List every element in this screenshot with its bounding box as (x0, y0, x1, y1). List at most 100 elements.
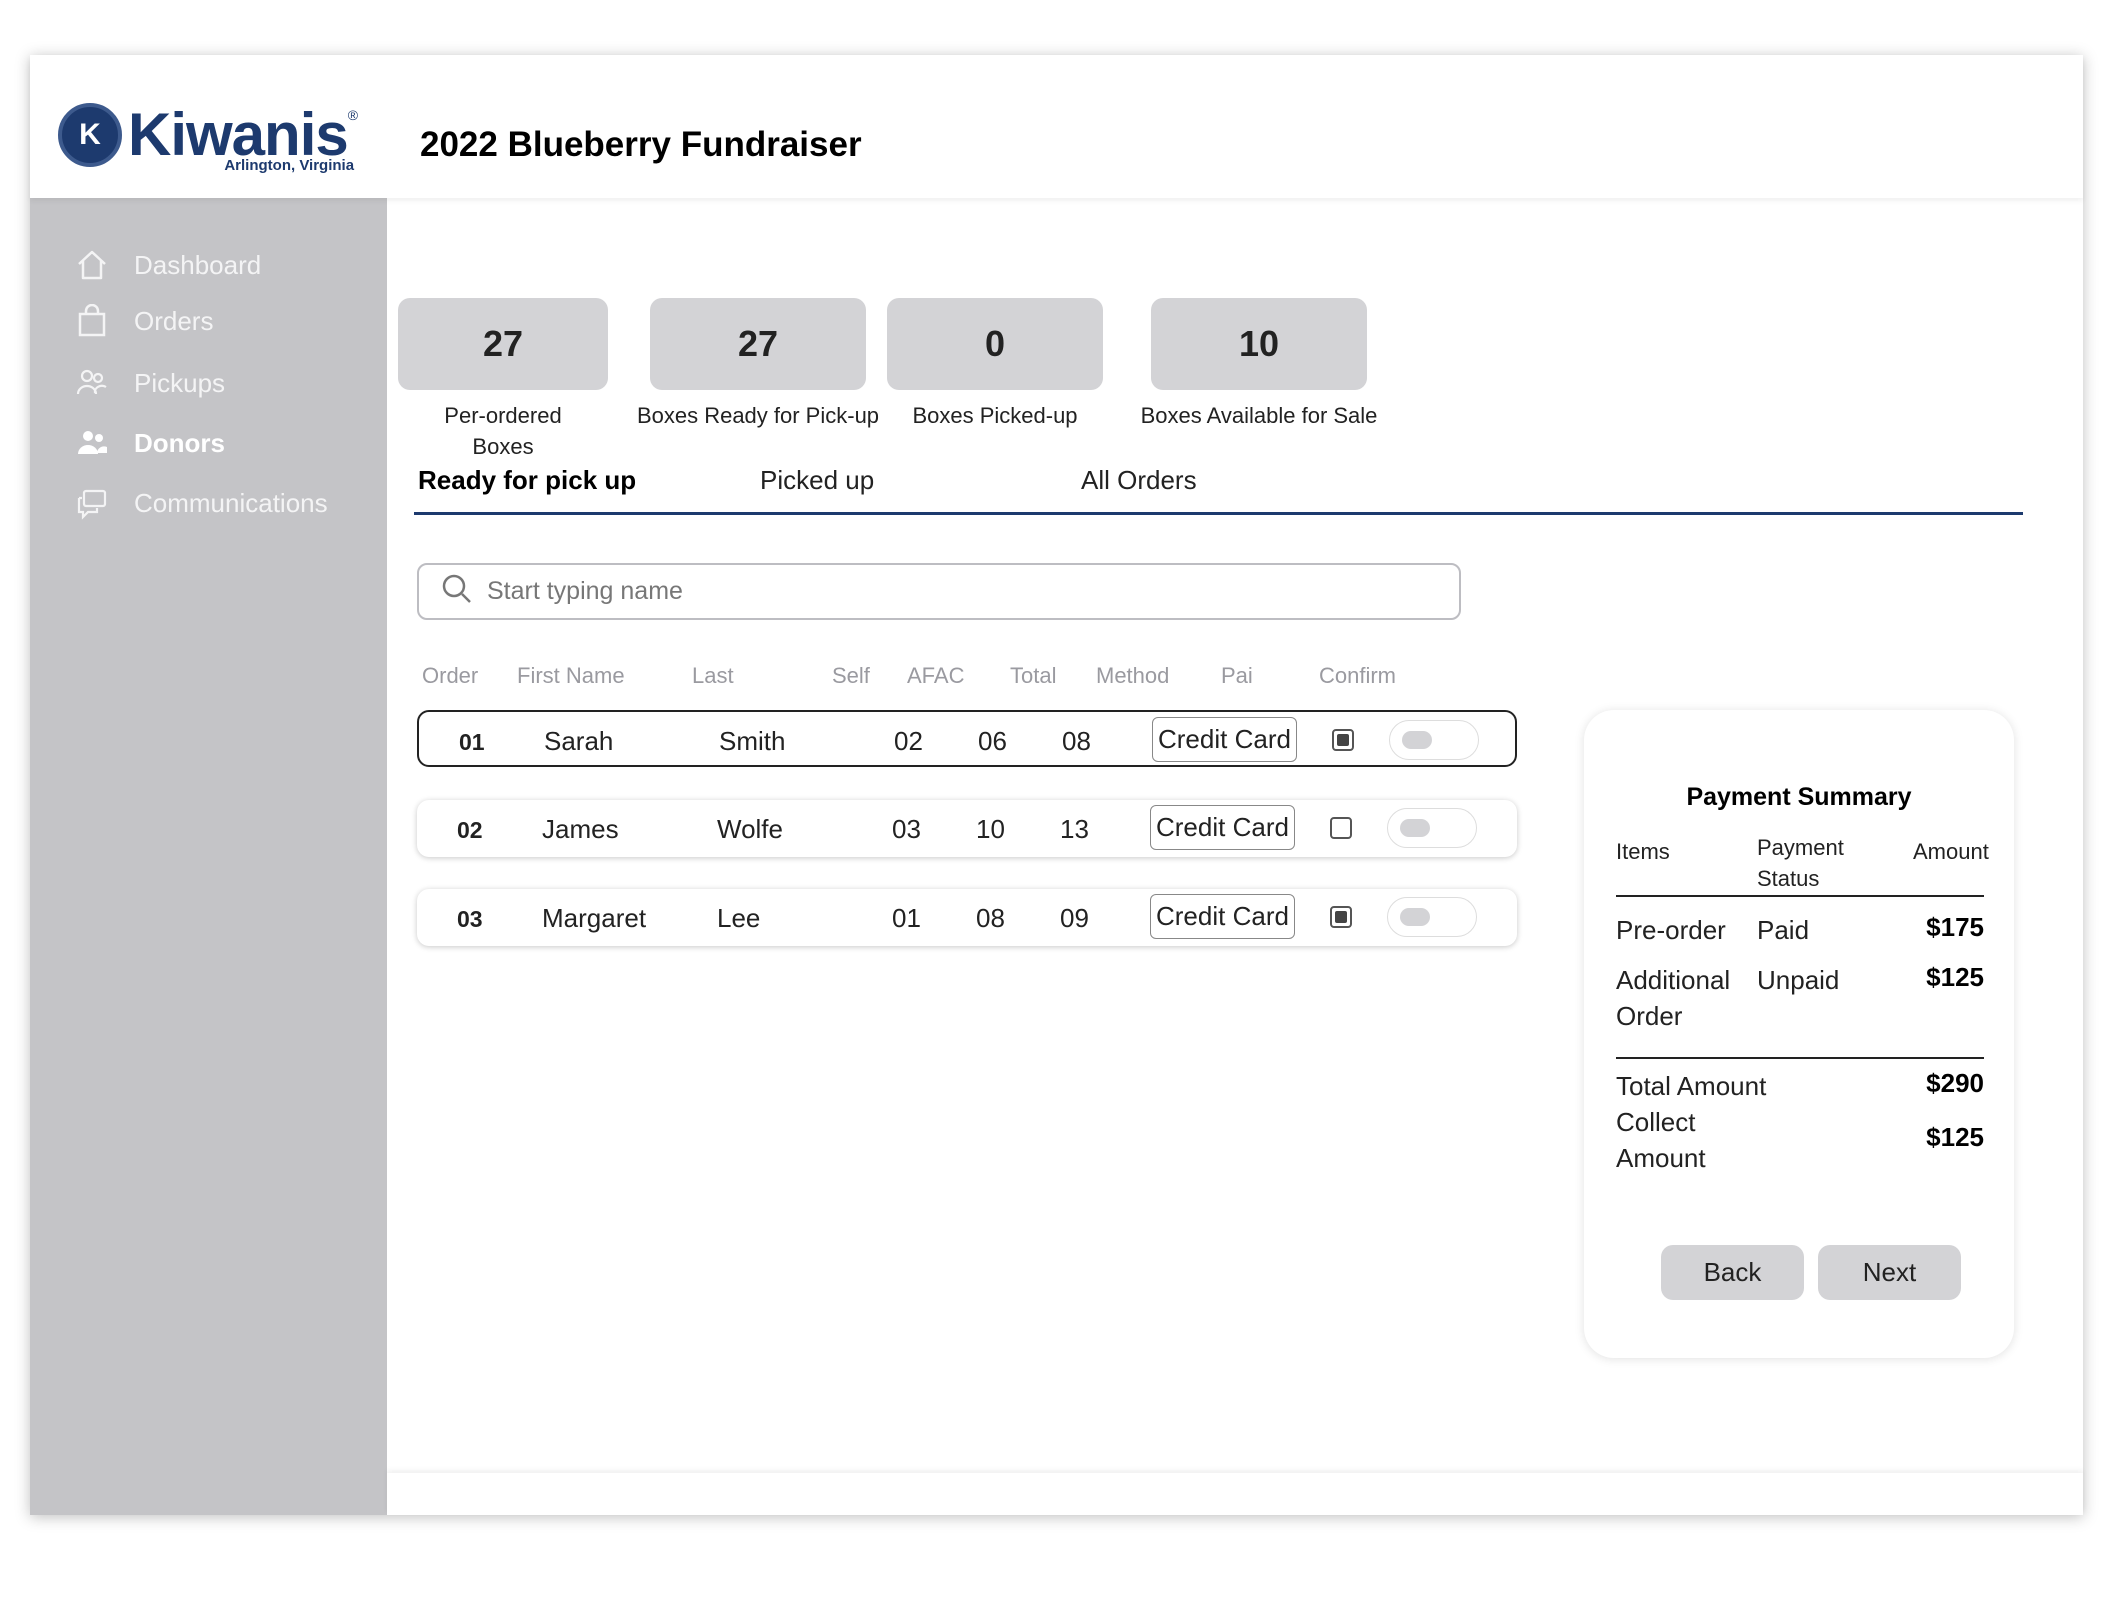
last-name: Smith (719, 726, 786, 756)
sidebar-item-communications[interactable]: Communications (75, 486, 328, 520)
tab-ready-for-pickup[interactable]: Ready for pick up (418, 465, 636, 496)
people-icon (75, 366, 109, 400)
summary-status: Unpaid (1757, 965, 1840, 995)
payment-method-button[interactable]: Credit Card (1150, 805, 1295, 850)
col-order: Order (422, 663, 479, 688)
summary-col-items: Items (1616, 839, 1670, 864)
col-total: Total (1010, 663, 1057, 688)
back-button[interactable]: Back (1661, 1245, 1804, 1300)
confirm-toggle[interactable] (1387, 808, 1477, 848)
paid-checkbox[interactable] (1330, 906, 1352, 928)
collect-amount-label: Collect Amount (1616, 1107, 1706, 1173)
next-button[interactable]: Next (1818, 1245, 1961, 1300)
paid-checkbox[interactable] (1332, 729, 1354, 751)
sidebar-item-dashboard[interactable]: Dashboard (75, 248, 261, 282)
summary-status: Paid (1757, 915, 1810, 945)
summary-amount: $175 (1926, 912, 1984, 942)
stat-value: 10 (1151, 298, 1367, 390)
first-name: Sarah (544, 726, 614, 756)
order-number: 03 (457, 906, 483, 932)
total-count: 13 (1060, 814, 1089, 844)
order-number: 01 (459, 729, 485, 755)
divider (1616, 895, 1984, 897)
sidebar-item-orders[interactable]: Orders (75, 304, 213, 338)
afac-count: 10 (976, 814, 1005, 844)
summary-title: Payment Summary (1686, 783, 1912, 811)
toggle-knob (1400, 819, 1430, 837)
payment-method-button[interactable]: Credit Card (1152, 717, 1297, 762)
page-title: 2022 Blueberry Fundraiser (420, 125, 862, 164)
stat-value: 27 (650, 298, 866, 390)
stat-label: Boxes Ready for Pick-up (636, 403, 880, 428)
col-afac: AFAC (907, 663, 965, 688)
total-amount-label: Total Amount (1616, 1071, 1767, 1101)
stat-value: 27 (398, 298, 608, 390)
summary-amount: $125 (1926, 962, 1984, 992)
search-box[interactable] (417, 563, 1461, 620)
stat-picked-up: 0 Boxes Picked-up (887, 298, 1103, 431)
sidebar-item-label: Pickups (134, 367, 226, 398)
summary-col-amount: Amount (1913, 839, 1989, 864)
col-last: Last (692, 663, 734, 688)
users-icon (75, 426, 109, 460)
stat-ready: 27 Boxes Ready for Pick-up (627, 298, 889, 431)
order-number: 02 (457, 817, 483, 843)
tab-picked-up[interactable]: Picked up (760, 465, 874, 496)
last-name: Lee (717, 903, 761, 933)
col-paid: Pai (1221, 663, 1253, 688)
shopping-bag-icon (75, 304, 109, 338)
last-name: Wolfe (717, 814, 783, 844)
divider (1616, 1057, 1984, 1059)
sidebar-item-label: Dashboard (134, 249, 262, 280)
confirm-toggle[interactable] (1389, 720, 1479, 760)
sidebar-item-label: Communications (134, 487, 328, 518)
self-count: 01 (892, 903, 921, 933)
tab-bar: Ready for pick up Picked up All Orders (414, 465, 2023, 515)
payment-summary-card: Payment Summary Items Payment Status Amou… (1584, 710, 2014, 1358)
summary-col-status: Payment Status (1757, 835, 1844, 891)
stat-preordered: 27 Per-ordered Boxes (393, 298, 613, 462)
home-icon (75, 248, 109, 282)
summary-item: Pre-order (1616, 915, 1726, 945)
col-first-name: First Name (517, 663, 625, 688)
total-count: 08 (1062, 726, 1091, 756)
search-input[interactable] (487, 577, 1387, 606)
top-bar: K Kiwanis® Arlington, Virginia 2022 Blue… (30, 55, 2083, 198)
paid-checkbox[interactable] (1330, 817, 1352, 839)
first-name: James (542, 814, 619, 844)
summary-item: Additional Order (1616, 965, 1731, 1031)
table-header: Order First Name Last Self AFAC Total Me… (417, 663, 1517, 703)
afac-count: 08 (976, 903, 1005, 933)
stat-label: Boxes Available for Sale (1140, 403, 1378, 428)
col-self: Self (832, 663, 870, 688)
chat-icon (75, 486, 109, 520)
sidebar-item-label: Donors (134, 427, 225, 458)
kiwanis-seal-icon: K (58, 103, 122, 167)
payment-method-button[interactable]: Credit Card (1150, 894, 1295, 939)
logo-subtitle: Arlington, Virginia (224, 157, 355, 174)
afac-count: 06 (978, 726, 1007, 756)
search-icon (441, 573, 473, 610)
footer-bar (387, 1473, 2083, 1515)
stat-available: 10 Boxes Available for Sale (1124, 298, 1394, 431)
toggle-knob (1402, 731, 1432, 749)
tab-all-orders[interactable]: All Orders (1081, 465, 1197, 496)
app-window: K Kiwanis® Arlington, Virginia 2022 Blue… (30, 55, 2083, 1515)
sidebar-item-label: Orders (134, 305, 214, 336)
col-method: Method (1096, 663, 1170, 688)
total-amount-value: $290 (1926, 1068, 1984, 1098)
toggle-knob (1400, 908, 1430, 926)
self-count: 02 (894, 726, 923, 756)
confirm-toggle[interactable] (1387, 897, 1477, 937)
stat-label: Per-ordered Boxes (444, 403, 562, 459)
stat-label: Boxes Picked-up (912, 403, 1078, 428)
sidebar-item-donors[interactable]: Donors (75, 426, 225, 460)
sidebar: Dashboard Orders Pickups Donors Communic… (30, 198, 387, 1515)
table-row[interactable]: 01 Sarah Smith 02 06 08 Credit Card (417, 710, 1517, 767)
first-name: Margaret (542, 903, 647, 933)
sidebar-item-pickups[interactable]: Pickups (75, 366, 225, 400)
table-row[interactable]: 03 Margaret Lee 01 08 09 Credit Card (417, 889, 1517, 946)
kiwanis-logo[interactable]: K Kiwanis® Arlington, Virginia (58, 103, 358, 174)
self-count: 03 (892, 814, 921, 844)
table-row[interactable]: 02 James Wolfe 03 10 13 Credit Card (417, 800, 1517, 857)
